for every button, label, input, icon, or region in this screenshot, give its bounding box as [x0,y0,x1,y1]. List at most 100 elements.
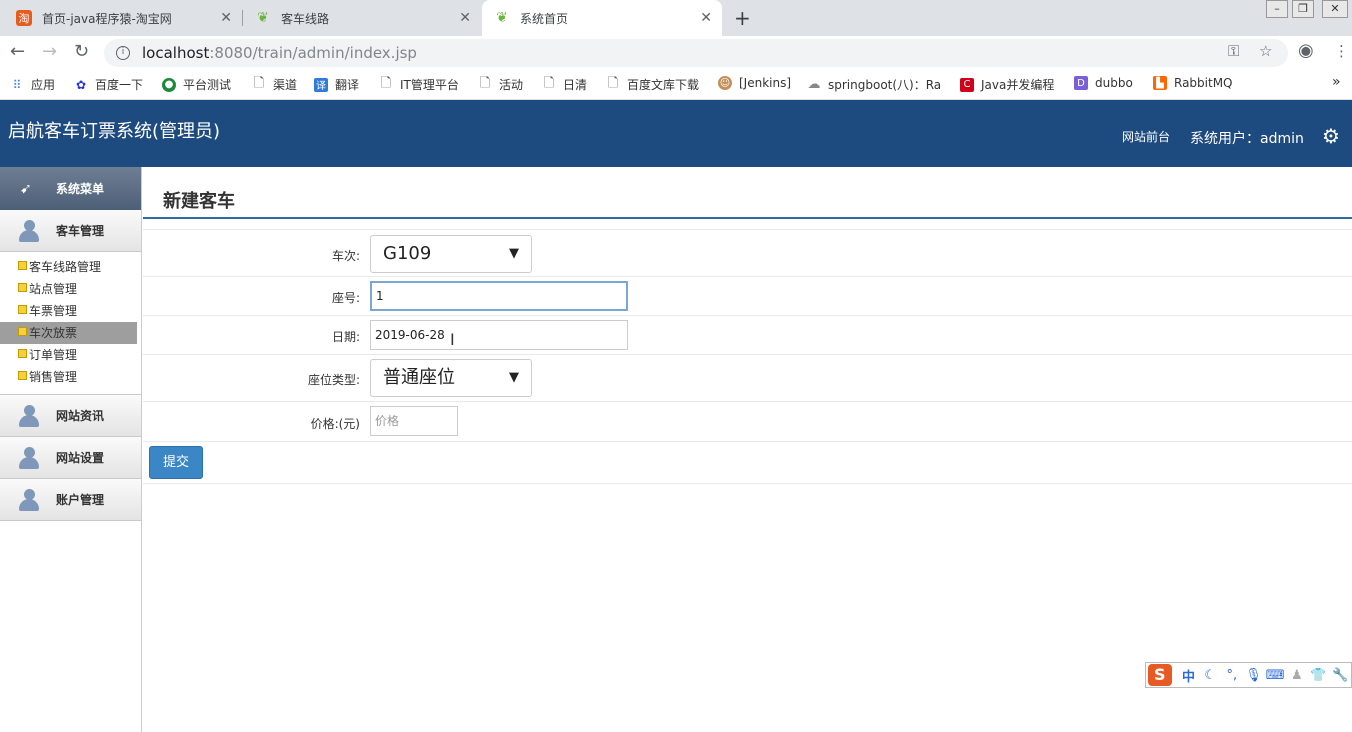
bookmark-dubbo[interactable]: D dubbo [1074,76,1133,90]
bookmark-baidu[interactable]: ✿ 百度一下 [74,76,143,93]
tab-title: 客车线路 [281,11,330,26]
close-icon[interactable]: ✕ [220,10,232,26]
bookmark-wenku[interactable]: 🗋 百度文库下载 [606,76,699,93]
shirt-icon[interactable]: 👕 [1308,668,1330,683]
sidebar-group-account[interactable]: 账户管理 [0,479,141,521]
sogou-logo-icon[interactable]: S [1148,664,1172,686]
sidebar-item-sales[interactable]: 销售管理 [0,366,137,388]
seat-no-value: 1 [376,289,384,303]
translate-icon: 译 [314,77,328,92]
bookmark-label: RabbitMQ [1174,76,1233,90]
bookmark-activity[interactable]: 🗋 活动 [478,76,523,93]
price-input[interactable]: 价格 [370,406,458,436]
address-bar[interactable]: i localhost:8080/train/admin/index.jsp [104,39,1288,67]
profile-icon[interactable]: ◉ [1298,40,1314,61]
bookmark-label: Java并发编程 [981,78,1055,92]
sidebar-item-route[interactable]: 客车线路管理 [0,256,137,278]
tab-route[interactable]: ❦ 客车线路 ✕ [243,0,481,36]
menu-dots-icon[interactable]: ⋮ [1334,42,1349,60]
apps-grid-icon: ⠿ [12,77,22,92]
seat-no-input[interactable]: 1 [370,281,628,311]
bookmark-jenkins[interactable]: ☺ [Jenkins] [718,76,791,90]
date-input[interactable]: 2019-06-28 [370,320,628,350]
moon-icon[interactable]: ☾ [1199,668,1221,683]
forward-arrow-icon[interactable]: → [42,41,57,62]
info-icon[interactable]: i [116,46,130,60]
train-select[interactable]: G109 ▼ [370,235,532,273]
sidebar-sub-list: 客车线路管理 站点管理 车票管理 车次放票 订单管理 销售管理 [0,252,141,395]
bookmark-label: 平台测试 [183,78,232,92]
browser-toolbar: ← → ↻ i localhost:8080/train/admin/index… [0,36,1352,68]
bookmark-channel[interactable]: 🗋 渠道 [252,76,297,93]
price-label: 价格:(元) [310,417,360,431]
sidebar-item-order[interactable]: 订单管理 [0,344,137,366]
wrench-icon[interactable]: 🔧 [1329,668,1351,683]
reload-icon[interactable]: ↻ [74,41,89,62]
bookmark-daily[interactable]: 🗋 日清 [542,76,587,93]
bookmark-rabbitmq[interactable]: ▙ RabbitMQ [1153,76,1233,90]
keyboard-icon[interactable]: ⌨ [1264,668,1286,683]
tab-taobao[interactable]: 淘 首页-java程序猿-淘宝网 ✕ [4,0,242,36]
close-icon[interactable]: ✕ [700,10,712,26]
jenkins-icon: ☺ [718,76,732,90]
star-icon[interactable]: ☆ [1259,42,1272,60]
user-icon [18,219,42,242]
sidebar-item-ticket[interactable]: 车票管理 [0,300,137,322]
front-site-link[interactable]: 网站前台 [1122,128,1170,145]
punctuation-icon[interactable]: °, [1221,668,1243,683]
leaf-icon: ❦ [257,10,269,26]
new-tab-button[interactable]: + [734,6,751,30]
bookmark-label: 日清 [563,78,588,92]
sidebar-head-label: 系统菜单 [56,182,105,196]
bookmark-apps[interactable]: ⠿ 应用 [10,76,55,93]
microphone-icon[interactable]: 🎙 [1243,668,1265,683]
sidebar-item-station[interactable]: 站点管理 [0,278,137,300]
bookmark-label: springboot(八)：Ra [828,78,942,92]
page-icon: 🗋 [607,75,619,91]
form-row-price: 价格:(元) 价格 [143,402,1352,442]
leaf-icon: ❦ [496,10,508,26]
baidu-paw-icon: ✿ [75,77,87,92]
bullet-icon [18,261,27,270]
tab-title: 首页-java程序猿-淘宝网 [42,11,172,26]
form-row-seat-type: 座位类型: 普通座位 ▼ [143,355,1352,402]
more-bookmarks-icon[interactable]: » [1332,74,1341,90]
train-label: 车次: [331,249,360,263]
submit-button[interactable]: 提交 [149,446,203,479]
price-placeholder: 价格 [375,414,400,428]
page-icon: 🗋 [253,75,265,91]
app-title: 启航客车订票系统(管理员) [8,121,221,142]
sidebar-group-label: 账户管理 [56,493,105,507]
bookmark-java-concurrency[interactable]: C Java并发编程 [960,76,1054,93]
ime-mode-chinese[interactable]: 中 [1178,666,1200,685]
sidebar-group-bus[interactable]: 客车管理 [0,210,141,252]
bookmark-springboot[interactable]: ☁ springboot(八)：Ra [807,76,947,93]
bullet-icon [18,371,27,380]
menu-icon: ➹ [20,180,32,197]
c-logo-icon: C [960,77,974,92]
bookmark-label: dubbo [1095,76,1133,90]
minimize-button[interactable]: – [1266,0,1288,18]
app-header: 启航客车订票系统(管理员) 网站前台 系统用户：admin ⚙ [0,100,1352,167]
window-close-button[interactable]: ✕ [1322,0,1348,18]
seat-type-select[interactable]: 普通座位 ▼ [370,359,532,397]
page-icon: 🗋 [479,75,491,91]
back-arrow-icon[interactable]: ← [10,41,25,62]
system-user: 系统用户：admin [1190,131,1304,147]
page-icon: 🗋 [543,75,555,91]
sidebar-group-news[interactable]: 网站资讯 [0,395,141,437]
text-cursor-icon: I [450,330,455,349]
close-icon[interactable]: ✕ [459,10,471,26]
user-icon[interactable]: ♟ [1286,668,1308,683]
sidebar-head: ➹ 系统菜单 [0,167,141,210]
sidebar-item-release[interactable]: 车次放票 [0,322,137,344]
bookmark-it-platform[interactable]: 🗋 IT管理平台 [379,76,459,93]
sidebar-group-settings[interactable]: 网站设置 [0,437,141,479]
gear-icon[interactable]: ⚙ [1322,124,1340,148]
bullet-icon [18,305,27,314]
bookmark-translate[interactable]: 译 翻译 [314,76,359,93]
restore-button[interactable]: ❐ [1292,0,1314,18]
key-icon[interactable]: ⚿ [1228,42,1239,60]
tab-home[interactable]: ❦ 系统首页 ✕ [482,0,722,36]
bookmark-platform-test[interactable]: ● 平台测试 [162,76,231,93]
